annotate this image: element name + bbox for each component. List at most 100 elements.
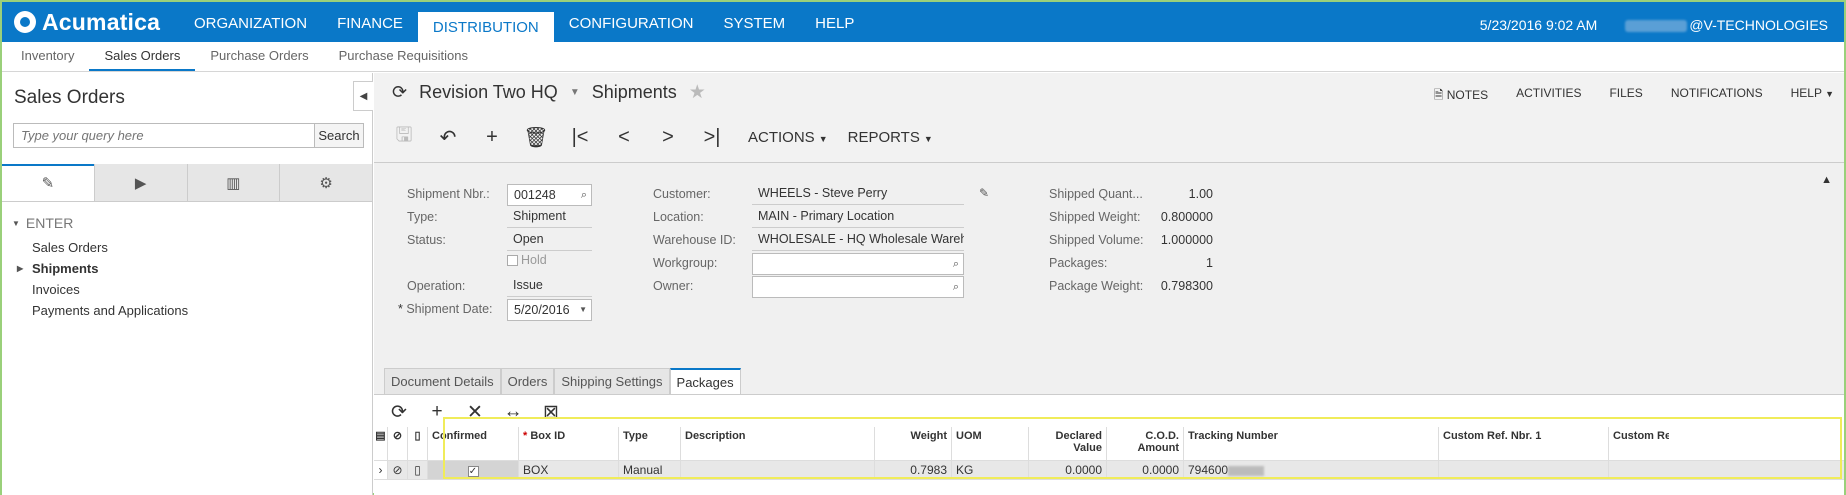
search-input[interactable]: [14, 124, 314, 147]
collapse-form-icon[interactable]: ▲: [1821, 174, 1832, 186]
col-type[interactable]: Type: [619, 427, 681, 460]
row-selector-header[interactable]: ▤: [374, 427, 388, 460]
subnav-inventory[interactable]: Inventory: [6, 42, 89, 71]
notes-link[interactable]: 🗎 NOTES: [1434, 86, 1488, 107]
col-cod-amount[interactable]: C.O.D. Amount: [1107, 427, 1184, 460]
shipment-nbr-field[interactable]: 001248 ⌕: [507, 184, 592, 206]
col-description[interactable]: Description: [681, 427, 875, 460]
cell-confirmed[interactable]: ✓: [428, 461, 519, 479]
col-custom-ref-1[interactable]: Custom Ref. Nbr. 1: [1439, 427, 1609, 460]
refresh-icon[interactable]: ⟳: [392, 82, 407, 103]
col-weight[interactable]: Weight: [875, 427, 952, 460]
play-icon: ▶: [134, 174, 147, 192]
search-icon[interactable]: ⌕: [953, 254, 959, 274]
export-excel-icon[interactable]: ⊠: [532, 401, 570, 424]
col-tracking-number[interactable]: Tracking Number: [1184, 427, 1439, 460]
note-icon: 🗎: [1433, 88, 1447, 102]
nav-finance[interactable]: FINANCE: [322, 2, 418, 42]
tab-document-details[interactable]: Document Details: [384, 368, 501, 395]
first-record-icon[interactable]: |<: [558, 126, 602, 149]
cell-tracking-number[interactable]: 794600: [1184, 461, 1439, 479]
last-record-icon[interactable]: >|: [690, 126, 734, 149]
cell-cod-amount[interactable]: 0.0000: [1107, 461, 1184, 479]
user-menu[interactable]: @V-TECHNOLOGIES: [1625, 2, 1828, 42]
attachment-header[interactable]: ⊘: [388, 427, 408, 460]
row-attachment[interactable]: ⊘: [388, 461, 408, 479]
nav-configuration[interactable]: CONFIGURATION: [554, 2, 709, 42]
undo-icon[interactable]: ↶: [426, 125, 470, 150]
workgroup-field[interactable]: ⌕: [752, 253, 964, 275]
customer-value[interactable]: WHEELS - Steve Perry: [752, 184, 964, 205]
add-row-icon[interactable]: +: [418, 401, 456, 424]
cell-custom-ref-2[interactable]: [1609, 461, 1669, 479]
process-tab[interactable]: ▶: [93, 164, 187, 201]
tree-item-sales-orders[interactable]: Sales Orders: [12, 237, 188, 258]
search-icon[interactable]: ⌕: [581, 185, 587, 205]
tree-item-payments[interactable]: Payments and Applications: [12, 300, 188, 321]
activities-link[interactable]: ACTIVITIES: [1516, 86, 1581, 107]
help-link[interactable]: HELP ▼: [1791, 86, 1834, 107]
subnav-purchase-orders[interactable]: Purchase Orders: [195, 42, 323, 71]
reports-tab[interactable]: ▥: [186, 164, 280, 201]
fit-columns-icon[interactable]: ↔: [494, 401, 532, 424]
col-custom-ref-2[interactable]: Custom Re: [1609, 427, 1669, 460]
table-row[interactable]: › ⊘ ▯ ✓ BOX Manual 0.7983 KG 0.0000 0.00…: [374, 461, 1844, 480]
app-logo[interactable]: Acumatica: [14, 8, 160, 36]
subnav-sales-orders[interactable]: Sales Orders: [89, 42, 196, 71]
shipment-date-field[interactable]: 5/20/2016 ▼: [507, 299, 592, 321]
cell-custom-ref-1[interactable]: [1439, 461, 1609, 479]
col-declared-value[interactable]: Declared Value: [1029, 427, 1107, 460]
tree-group-enter[interactable]: ▼ ENTER: [12, 215, 188, 231]
col-confirmed[interactable]: Confirmed: [428, 427, 519, 460]
chevron-down-icon[interactable]: ▼: [579, 300, 587, 320]
delete-row-icon[interactable]: ✕: [456, 401, 494, 424]
cell-weight[interactable]: 0.7983: [875, 461, 952, 479]
tab-orders[interactable]: Orders: [500, 368, 555, 395]
col-uom[interactable]: UOM: [952, 427, 1029, 460]
chevron-down-icon[interactable]: ▼: [570, 87, 580, 98]
col-box-id[interactable]: * Box ID: [519, 427, 619, 460]
nav-help[interactable]: HELP: [800, 2, 869, 42]
previous-record-icon[interactable]: <: [602, 126, 646, 149]
row-expand[interactable]: ›: [374, 461, 388, 479]
date-time[interactable]: 5/23/2016 9:02 AM: [1480, 2, 1598, 42]
location-value[interactable]: MAIN - Primary Location: [752, 207, 964, 228]
tree-item-shipments[interactable]: ▶ Shipments: [12, 258, 188, 279]
reports-menu[interactable]: REPORTS ▼: [848, 129, 933, 146]
edit-tab[interactable]: ✎: [2, 164, 94, 201]
next-record-icon[interactable]: >: [646, 126, 690, 149]
actions-menu[interactable]: ACTIONS ▼: [748, 129, 828, 146]
cell-description[interactable]: [681, 461, 875, 479]
notifications-link[interactable]: NOTIFICATIONS: [1671, 86, 1763, 107]
favorite-star-icon[interactable]: ★: [689, 81, 706, 104]
search-button[interactable]: Search: [314, 124, 363, 147]
tree-item-invoices[interactable]: Invoices: [12, 279, 188, 300]
hold-checkbox[interactable]: Hold: [507, 253, 547, 267]
left-search: Search: [13, 123, 364, 148]
cell-box-id[interactable]: BOX: [519, 461, 619, 479]
status-value: Open: [507, 230, 592, 251]
tab-packages[interactable]: Packages: [669, 368, 741, 395]
delete-icon[interactable]: 🗑: [514, 125, 558, 150]
warehouse-value[interactable]: WHOLESALE - HQ Wholesale Warehous: [752, 230, 964, 251]
search-icon[interactable]: ⌕: [953, 277, 959, 297]
settings-tab[interactable]: ⚙: [279, 164, 372, 201]
note-header[interactable]: ▯: [408, 427, 428, 460]
files-link[interactable]: FILES: [1609, 86, 1642, 107]
cell-type[interactable]: Manual: [619, 461, 681, 479]
company-selector[interactable]: Revision Two HQ: [419, 82, 558, 103]
subnav-purchase-requisitions[interactable]: Purchase Requisitions: [324, 42, 483, 71]
cell-declared-value[interactable]: 0.0000: [1029, 461, 1107, 479]
row-note[interactable]: ▯: [408, 461, 428, 479]
add-icon[interactable]: +: [470, 126, 514, 149]
save-icon[interactable]: 🖫: [382, 120, 426, 154]
tab-shipping-settings[interactable]: Shipping Settings: [554, 368, 670, 395]
edit-customer-icon[interactable]: ✎: [979, 186, 989, 200]
collapse-panel-button[interactable]: ◀: [353, 81, 373, 111]
nav-organization[interactable]: ORGANIZATION: [179, 2, 322, 42]
nav-system[interactable]: SYSTEM: [708, 2, 800, 42]
owner-field[interactable]: ⌕: [752, 276, 964, 298]
cell-uom[interactable]: KG: [952, 461, 1029, 479]
customer-label: Customer:: [653, 187, 711, 201]
refresh-icon[interactable]: ⟳: [380, 401, 418, 424]
